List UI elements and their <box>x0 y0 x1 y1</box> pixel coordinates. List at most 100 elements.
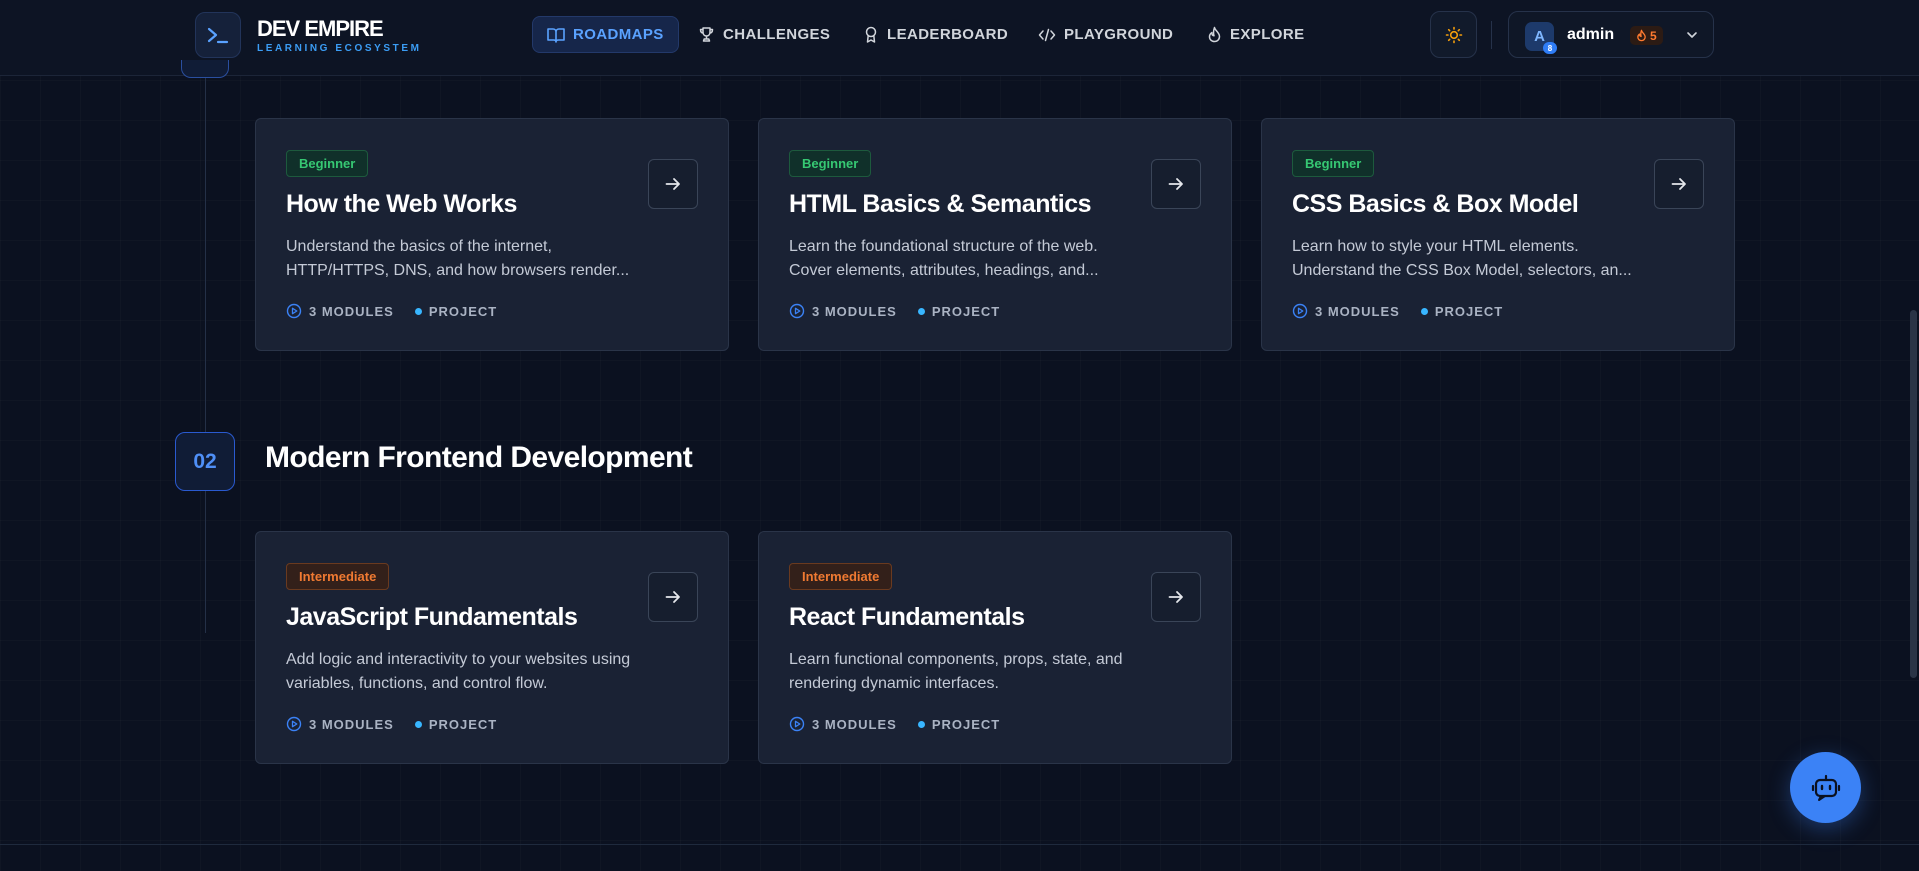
card-title: CSS Basics & Box Model <box>1292 190 1579 218</box>
nav-leaderboard[interactable]: LEADERBOARD <box>849 16 1022 53</box>
top-navbar: DEV EMPIRE LEARNING ECOSYSTEM ROADMAPS C… <box>0 0 1919 76</box>
streak-count: 5 <box>1650 28 1657 43</box>
nav-leaderboard-label: LEADERBOARD <box>887 26 1009 43</box>
header-divider <box>1491 21 1492 49</box>
project-dot <box>414 307 422 315</box>
open-roadmap-button[interactable] <box>648 572 698 622</box>
card-meta: 3 MODULES PROJECT <box>789 716 1000 732</box>
project-dot <box>917 307 925 315</box>
card-title: How the Web Works <box>286 190 517 218</box>
theme-toggle-button[interactable] <box>1430 11 1477 58</box>
arrow-right-icon <box>1671 178 1686 190</box>
brand-title[interactable]: DEV EMPIRE <box>257 16 384 42</box>
modules-count: 3 MODULES <box>286 303 394 319</box>
card-description: Learn how to style your HTML elements. U… <box>1292 238 1632 279</box>
modules-count: 3 MODULES <box>789 716 897 732</box>
level-badge: Intermediate <box>789 563 893 590</box>
nav-playground-label: PLAYGROUND <box>1064 26 1174 43</box>
chevron-down-icon <box>1687 32 1697 38</box>
footer-divider <box>0 844 1919 845</box>
nav-challenges[interactable]: CHALLENGES <box>684 16 844 53</box>
arrow-right-icon <box>1168 591 1183 603</box>
bot-icon <box>1811 774 1840 801</box>
flame-icon <box>1208 26 1221 43</box>
card-meta: 3 MODULES PROJECT <box>286 303 497 319</box>
project-tag: PROJECT <box>414 303 498 319</box>
nav-roadmaps[interactable]: ROADMAPS <box>532 16 679 53</box>
avatar-level-badge: 8 <box>1543 42 1557 54</box>
flame-icon <box>1637 29 1646 42</box>
project-dot <box>1420 307 1428 315</box>
play-circle-icon <box>789 716 805 732</box>
play-circle-icon <box>1292 303 1308 319</box>
card-meta: 3 MODULES PROJECT <box>789 303 1000 319</box>
project-tag: PROJECT <box>1420 303 1504 319</box>
terminal-logo-icon[interactable] <box>195 12 241 58</box>
timeline-line <box>205 62 206 633</box>
modules-label: 3 MODULES <box>1315 303 1400 319</box>
sun-icon <box>1445 26 1462 43</box>
nav-roadmaps-label: ROADMAPS <box>573 26 664 43</box>
project-dot <box>414 720 422 728</box>
nav-explore[interactable]: EXPLORE <box>1193 16 1318 53</box>
streak-badge: 5 <box>1630 26 1663 45</box>
project-dot <box>917 720 925 728</box>
previous-step-badge <box>181 60 229 78</box>
play-circle-icon <box>789 303 805 319</box>
project-tag: PROJECT <box>917 304 1000 319</box>
project-label: PROJECT <box>931 716 1001 732</box>
project-label: PROJECT <box>1434 303 1504 319</box>
project-label: PROJECT <box>428 303 498 319</box>
open-roadmap-button[interactable] <box>1151 159 1201 209</box>
project-label: PROJECT <box>428 716 498 732</box>
card-description: Learn the foundational structure of the … <box>789 238 1099 279</box>
nav-challenges-label: CHALLENGES <box>723 26 831 43</box>
nav-playground[interactable]: PLAYGROUND <box>1024 16 1187 53</box>
card-description: Learn functional components, props, stat… <box>789 651 1123 692</box>
play-circle-icon <box>286 716 302 732</box>
level-badge: Beginner <box>286 150 369 177</box>
level-badge: Intermediate <box>286 563 390 590</box>
play-circle-icon <box>286 303 302 319</box>
open-roadmap-button[interactable] <box>1151 572 1201 622</box>
open-roadmap-button[interactable] <box>1654 159 1704 209</box>
open-roadmap-button[interactable] <box>648 159 698 209</box>
user-menu-button[interactable]: A 8 admin 5 <box>1508 11 1714 58</box>
modules-count: 3 MODULES <box>789 303 897 319</box>
roadmap-card[interactable]: Intermediate JavaScript Fundamentals Add… <box>255 531 729 764</box>
award-icon <box>865 26 877 43</box>
brand-subtitle: LEARNING ECOSYSTEM <box>257 43 422 54</box>
username: admin <box>1567 26 1615 43</box>
project-tag: PROJECT <box>414 716 498 732</box>
code-icon <box>1038 28 1056 41</box>
card-meta: 3 MODULES PROJECT <box>1292 303 1503 319</box>
card-title: React Fundamentals <box>789 603 1025 631</box>
section-title: Modern Frontend Development <box>265 441 693 474</box>
roadmap-card[interactable]: Beginner HTML Basics & Semantics Learn t… <box>758 118 1232 351</box>
roadmap-card[interactable]: Intermediate React Fundamentals Learn fu… <box>758 531 1232 764</box>
modules-label: 3 MODULES <box>309 716 394 732</box>
modules-count: 3 MODULES <box>286 716 394 732</box>
modules-count: 3 MODULES <box>1292 303 1400 319</box>
card-title: HTML Basics & Semantics <box>789 190 1092 218</box>
card-description: Add logic and interactivity to your webs… <box>286 651 631 692</box>
roadmap-card[interactable]: Beginner How the Web Works Understand th… <box>255 118 729 351</box>
level-badge: Beginner <box>789 150 872 177</box>
roadmap-card[interactable]: Beginner CSS Basics & Box Model Learn ho… <box>1261 118 1735 351</box>
arrow-right-icon <box>665 178 680 190</box>
section-number-badge: 02 <box>175 432 235 491</box>
card-meta: 3 MODULES PROJECT <box>286 716 497 732</box>
nav-explore-label: EXPLORE <box>1230 26 1305 43</box>
modules-label: 3 MODULES <box>812 716 897 732</box>
modules-label: 3 MODULES <box>309 303 394 319</box>
project-tag: PROJECT <box>917 716 1001 732</box>
modules-label: 3 MODULES <box>812 303 897 319</box>
trophy-icon <box>699 27 714 42</box>
arrow-right-icon <box>1168 178 1183 190</box>
arrow-right-icon <box>665 591 680 603</box>
level-badge: Beginner <box>1292 150 1375 177</box>
page-scrollbar[interactable] <box>1910 310 1917 678</box>
ai-assistant-button[interactable] <box>1790 752 1861 823</box>
card-title: JavaScript Fundamentals <box>286 603 578 631</box>
book-open-icon <box>547 27 565 43</box>
